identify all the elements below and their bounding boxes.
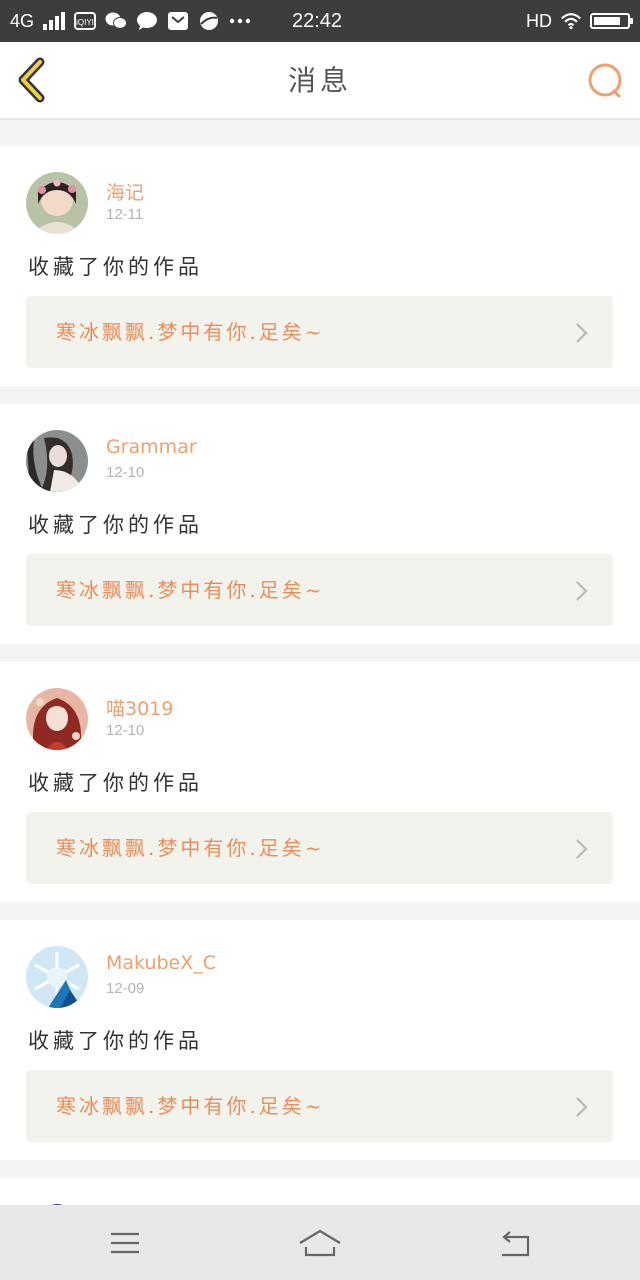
message-card[interactable]: Grammar 12-10 收藏了你的作品 寒冰飘飘.梦中有你.足矣~ [0,404,640,644]
search-icon [588,63,622,98]
system-nav-bar [0,1205,640,1280]
app-header: 消息 [0,42,640,120]
network-type: 4G [10,10,35,31]
message-date: 12-09 [106,980,145,997]
username[interactable]: 喵3019 [106,694,173,721]
hd-indicator: HD [526,10,552,31]
message-date: 12-11 [106,206,144,223]
more-icon [229,11,251,31]
avatar[interactable] [26,946,88,1008]
action-text: 收藏了你的作品 [28,1029,203,1053]
menu-button[interactable] [103,1225,147,1261]
chevron-right-icon [576,1097,588,1117]
work-title: 寒冰飘飘.梦中有你.足矣~ [56,836,325,860]
action-text: 收藏了你的作品 [28,771,203,795]
work-title: 寒冰飘飘.梦中有你.足矣~ [56,1094,325,1118]
iqiyi-icon: iQIYI [74,11,97,31]
chevron-right-icon [576,581,588,601]
avatar[interactable] [26,430,88,492]
work-link[interactable]: 寒冰飘飘.梦中有你.足矣~ [26,812,613,884]
message-card[interactable]: MakubeX_C 12-09 收藏了你的作品 寒冰飘飘.梦中有你.足矣~ [0,920,640,1160]
home-button[interactable] [298,1225,342,1261]
username[interactable]: 海记 [106,178,144,205]
username[interactable]: MakubeX_C [106,952,216,974]
message-card[interactable]: 喵3019 12-10 收藏了你的作品 寒冰飘飘.梦中有你.足矣~ [0,662,640,902]
username[interactable]: Grammar [106,436,197,458]
action-text: 收藏了你的作品 [28,255,203,279]
mail-icon [167,11,189,31]
status-bar-right: HD [526,0,633,42]
page-title: 消息 [287,64,352,97]
message-date: 12-10 [106,464,145,481]
search-button[interactable] [584,60,626,102]
home-icon [299,1229,341,1257]
menu-icon [111,1232,139,1254]
svg-text:iQIYI: iQIYI [76,18,94,27]
status-bar-left: 4G iQIYI [10,0,251,42]
back-icon [502,1231,530,1257]
work-link[interactable]: 寒冰飘飘.梦中有你.足矣~ [26,296,613,368]
work-link[interactable]: 寒冰飘飘.梦中有你.足矣~ [26,1070,613,1142]
status-bar: 4G iQIYI 22:42 HD [0,0,640,42]
message-date: 12-10 [106,722,145,739]
chevron-right-icon [576,839,588,859]
wifi-icon [560,11,582,31]
message-card[interactable]: 海记 12-11 收藏了你的作品 寒冰飘飘.梦中有你.足矣~ [0,146,640,386]
work-title: 寒冰飘飘.梦中有你.足矣~ [56,320,325,344]
battery-icon [590,13,633,29]
avatar[interactable] [26,688,88,750]
work-link[interactable]: 寒冰飘飘.梦中有你.足矣~ [26,554,613,626]
chevron-right-icon [576,323,588,343]
work-title: 寒冰飘飘.梦中有你.足矣~ [56,578,325,602]
action-text: 收藏了你的作品 [28,513,203,537]
message-icon [136,11,158,31]
message-list: 海记 12-11 收藏了你的作品 寒冰飘飘.梦中有你.足矣~ Grammar 1… [0,146,640,1178]
signal-icon [43,12,66,30]
avatar[interactable] [26,172,88,234]
wechat-icon [105,11,128,31]
clock: 22:42 [292,10,343,32]
back-nav-button[interactable] [494,1225,538,1261]
browser-icon [198,11,220,31]
